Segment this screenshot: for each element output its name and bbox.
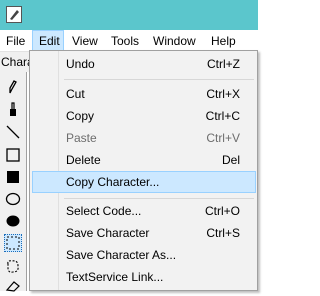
- menu-item-shortcut: Del: [221, 153, 240, 167]
- rectangle-outline-icon[interactable]: [4, 146, 22, 164]
- rectangle-select-icon[interactable]: [4, 234, 22, 252]
- title-bar: [0, 0, 258, 30]
- menu-window[interactable]: Window: [153, 30, 196, 52]
- menu-item-shortcut: Ctrl+S: [206, 226, 240, 240]
- menu-item-label: Cut: [66, 87, 85, 101]
- menu-item-label: TextService Link...: [66, 270, 164, 284]
- menu-item-delete[interactable]: Delete Del: [32, 149, 256, 171]
- menu-item-copy-character[interactable]: Copy Character...: [32, 171, 256, 193]
- menu-item-shortcut: Ctrl+O: [204, 204, 240, 218]
- pencil-icon[interactable]: [4, 78, 22, 96]
- menu-item-shortcut: Ctrl+Z: [207, 57, 240, 71]
- menu-item-label: Undo: [66, 57, 95, 71]
- menu-item-label: Copy: [66, 109, 95, 123]
- menu-file[interactable]: File: [6, 30, 25, 52]
- menu-item-paste[interactable]: Paste Ctrl+V: [32, 127, 256, 149]
- line-icon[interactable]: [4, 123, 22, 141]
- menu-tools[interactable]: Tools: [111, 30, 139, 52]
- menu-item-cut[interactable]: Cut Ctrl+X: [32, 83, 256, 105]
- freeform-select-icon[interactable]: [4, 258, 22, 276]
- menu-item-label: Paste: [66, 131, 97, 145]
- ellipse-filled-icon[interactable]: [4, 212, 22, 230]
- edit-menu-dropdown: Undo Ctrl+Z Cut Ctrl+X Copy Ctrl+C Paste…: [29, 50, 258, 291]
- menu-item-label: Save Character As...: [66, 248, 177, 262]
- ellipse-outline-icon[interactable]: [4, 190, 22, 208]
- menu-item-save-character-as[interactable]: Save Character As...: [32, 244, 256, 266]
- menu-separator: [64, 198, 254, 199]
- menu-item-copy[interactable]: Copy Ctrl+C: [32, 105, 256, 127]
- menu-item-textservice-link[interactable]: TextService Link...: [32, 266, 256, 288]
- menu-item-label: Save Character: [66, 226, 150, 240]
- app-icon[interactable]: [6, 6, 22, 23]
- menu-item-select-code[interactable]: Select Code... Ctrl+O: [32, 200, 256, 222]
- menu-item-label: Delete: [66, 153, 101, 167]
- menu-item-shortcut: Ctrl+C: [205, 109, 240, 123]
- menu-item-undo[interactable]: Undo Ctrl+Z: [32, 53, 256, 75]
- menu-item-shortcut: Ctrl+X: [206, 87, 240, 101]
- menu-edit[interactable]: Edit: [32, 30, 64, 52]
- menu-item-save-character[interactable]: Save Character Ctrl+S: [32, 222, 256, 244]
- menu-view[interactable]: View: [72, 30, 98, 52]
- menu-item-label: Select Code...: [66, 204, 142, 218]
- toolbox: [0, 72, 27, 292]
- menu-separator: [64, 79, 254, 80]
- menu-bar: File Edit View Tools Window Help: [0, 30, 258, 52]
- menu-item-shortcut: Ctrl+V: [206, 131, 240, 145]
- menu-item-label: Copy Character...: [66, 175, 160, 189]
- menu-help[interactable]: Help: [211, 30, 236, 52]
- eraser-icon[interactable]: [4, 278, 22, 296]
- rectangle-filled-icon[interactable]: [4, 168, 22, 186]
- brush-icon[interactable]: [4, 100, 22, 118]
